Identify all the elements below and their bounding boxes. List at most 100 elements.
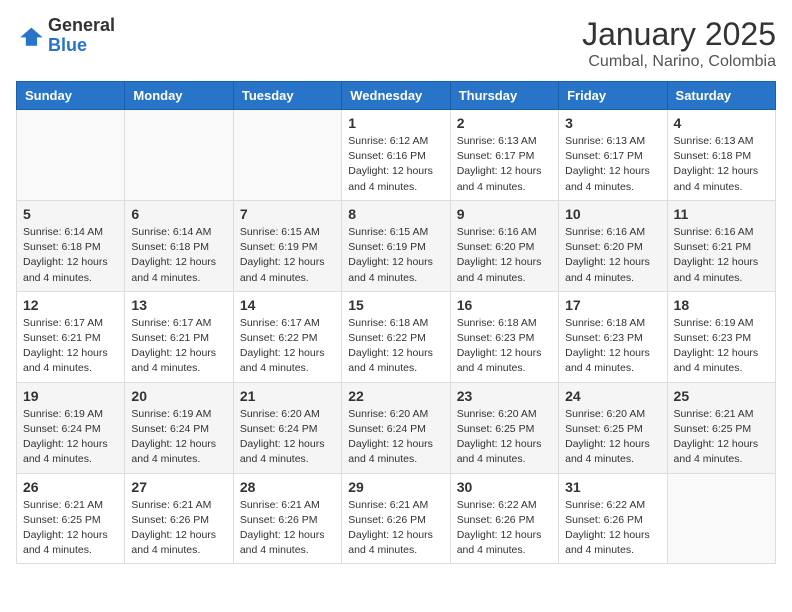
day-number: 24 xyxy=(565,388,660,404)
calendar-cell: 13 Sunrise: 6:17 AMSunset: 6:21 PMDayligh… xyxy=(125,291,233,382)
calendar-cell: 12 Sunrise: 6:17 AMSunset: 6:21 PMDayligh… xyxy=(17,291,125,382)
calendar-cell: 20 Sunrise: 6:19 AMSunset: 6:24 PMDayligh… xyxy=(125,382,233,473)
calendar-cell: 29Sunrise: 6:21 AMSunset: 6:26 PMDayligh… xyxy=(342,473,450,564)
day-number: 22 xyxy=(348,388,443,404)
calendar-cell xyxy=(125,110,233,201)
day-info: Sunrise: 6:19 AMSunset: 6:23 PMDaylight:… xyxy=(674,316,769,377)
calendar-cell: 21 Sunrise: 6:20 AMSunset: 6:24 PMDayligh… xyxy=(233,382,341,473)
day-number: 31 xyxy=(565,479,660,495)
calendar-cell: 5Sunrise: 6:14 AMSunset: 6:18 PMDaylight… xyxy=(17,200,125,291)
calendar-cell: 23 Sunrise: 6:20 AMSunset: 6:25 PMDayligh… xyxy=(450,382,558,473)
calendar-cell: 28Sunrise: 6:21 AMSunset: 6:26 PMDayligh… xyxy=(233,473,341,564)
calendar-cell: 17 Sunrise: 6:18 AMSunset: 6:23 PMDayligh… xyxy=(559,291,667,382)
day-number: 27 xyxy=(131,479,226,495)
day-info: Sunrise: 6:20 AMSunset: 6:25 PMDaylight:… xyxy=(457,407,552,468)
day-info: Sunrise: 6:18 AMSunset: 6:23 PMDaylight:… xyxy=(565,316,660,377)
day-info: Sunrise: 6:21 AMSunset: 6:25 PMDaylight:… xyxy=(23,498,118,559)
calendar-cell: 4Sunrise: 6:13 AMSunset: 6:18 PMDaylight… xyxy=(667,110,775,201)
calendar-cell: 16 Sunrise: 6:18 AMSunset: 6:23 PMDayligh… xyxy=(450,291,558,382)
calendar-cell: 19 Sunrise: 6:19 AMSunset: 6:24 PMDayligh… xyxy=(17,382,125,473)
calendar-cell: 30Sunrise: 6:22 AMSunset: 6:26 PMDayligh… xyxy=(450,473,558,564)
day-number: 7 xyxy=(240,206,335,222)
logo-icon xyxy=(16,22,44,50)
day-info: Sunrise: 6:22 AMSunset: 6:26 PMDaylight:… xyxy=(565,498,660,559)
calendar-cell: 27 Sunrise: 6:21 AMSunset: 6:26 PMDayligh… xyxy=(125,473,233,564)
day-info: Sunrise: 6:15 AMSunset: 6:19 PMDaylight:… xyxy=(348,225,443,286)
calendar-week-row: 1Sunrise: 6:12 AMSunset: 6:16 PMDaylight… xyxy=(17,110,776,201)
day-number: 18 xyxy=(674,297,769,313)
logo: General Blue xyxy=(16,16,115,56)
day-number: 15 xyxy=(348,297,443,313)
day-info: Sunrise: 6:19 AMSunset: 6:24 PMDaylight:… xyxy=(131,407,226,468)
weekday-header-friday: Friday xyxy=(559,82,667,110)
day-number: 6 xyxy=(131,206,226,222)
day-number: 13 xyxy=(131,297,226,313)
day-info: Sunrise: 6:17 AMSunset: 6:22 PMDaylight:… xyxy=(240,316,335,377)
calendar-cell: 9 Sunrise: 6:16 AMSunset: 6:20 PMDaylight… xyxy=(450,200,558,291)
day-number: 29 xyxy=(348,479,443,495)
day-number: 3 xyxy=(565,115,660,131)
title-block: January 2025 Cumbal, Narino, Colombia xyxy=(582,16,776,71)
calendar-cell xyxy=(17,110,125,201)
day-info: Sunrise: 6:16 AMSunset: 6:21 PMDaylight:… xyxy=(674,225,769,286)
calendar-cell: 15 Sunrise: 6:18 AMSunset: 6:22 PMDayligh… xyxy=(342,291,450,382)
calendar-cell xyxy=(667,473,775,564)
day-info: Sunrise: 6:13 AMSunset: 6:17 PMDaylight:… xyxy=(565,134,660,195)
day-info: Sunrise: 6:20 AMSunset: 6:25 PMDaylight:… xyxy=(565,407,660,468)
day-info: Sunrise: 6:13 AMSunset: 6:17 PMDaylight:… xyxy=(457,134,552,195)
day-info: Sunrise: 6:16 AMSunset: 6:20 PMDaylight:… xyxy=(457,225,552,286)
day-number: 12 xyxy=(23,297,118,313)
day-info: Sunrise: 6:18 AMSunset: 6:23 PMDaylight:… xyxy=(457,316,552,377)
day-info: Sunrise: 6:16 AMSunset: 6:20 PMDaylight:… xyxy=(565,225,660,286)
day-number: 19 xyxy=(23,388,118,404)
calendar-cell: 14 Sunrise: 6:17 AMSunset: 6:22 PMDayligh… xyxy=(233,291,341,382)
day-number: 23 xyxy=(457,388,552,404)
day-number: 2 xyxy=(457,115,552,131)
calendar-cell: 8 Sunrise: 6:15 AMSunset: 6:19 PMDaylight… xyxy=(342,200,450,291)
day-info: Sunrise: 6:20 AMSunset: 6:24 PMDaylight:… xyxy=(348,407,443,468)
calendar-table: SundayMondayTuesdayWednesdayThursdayFrid… xyxy=(16,81,776,564)
calendar-location: Cumbal, Narino, Colombia xyxy=(582,53,776,71)
day-number: 28 xyxy=(240,479,335,495)
page-header: General Blue January 2025 Cumbal, Narino… xyxy=(16,16,776,71)
day-number: 21 xyxy=(240,388,335,404)
calendar-cell: 24 Sunrise: 6:20 AMSunset: 6:25 PMDayligh… xyxy=(559,382,667,473)
day-info: Sunrise: 6:21 AMSunset: 6:26 PMDaylight:… xyxy=(131,498,226,559)
calendar-cell: 1Sunrise: 6:12 AMSunset: 6:16 PMDaylight… xyxy=(342,110,450,201)
calendar-cell: 3 Sunrise: 6:13 AMSunset: 6:17 PMDaylight… xyxy=(559,110,667,201)
weekday-header-wednesday: Wednesday xyxy=(342,82,450,110)
calendar-cell: 10Sunrise: 6:16 AMSunset: 6:20 PMDayligh… xyxy=(559,200,667,291)
day-number: 30 xyxy=(457,479,552,495)
day-info: Sunrise: 6:14 AMSunset: 6:18 PMDaylight:… xyxy=(23,225,118,286)
logo-blue: Blue xyxy=(48,35,87,55)
weekday-header-tuesday: Tuesday xyxy=(233,82,341,110)
day-number: 16 xyxy=(457,297,552,313)
calendar-week-row: 5Sunrise: 6:14 AMSunset: 6:18 PMDaylight… xyxy=(17,200,776,291)
calendar-cell: 11Sunrise: 6:16 AMSunset: 6:21 PMDayligh… xyxy=(667,200,775,291)
weekday-header-monday: Monday xyxy=(125,82,233,110)
day-number: 20 xyxy=(131,388,226,404)
calendar-cell: 31 Sunrise: 6:22 AMSunset: 6:26 PMDayligh… xyxy=(559,473,667,564)
calendar-cell xyxy=(233,110,341,201)
calendar-cell: 7 Sunrise: 6:15 AMSunset: 6:19 PMDaylight… xyxy=(233,200,341,291)
calendar-cell: 26Sunrise: 6:21 AMSunset: 6:25 PMDayligh… xyxy=(17,473,125,564)
day-info: Sunrise: 6:14 AMSunset: 6:18 PMDaylight:… xyxy=(131,225,226,286)
day-number: 14 xyxy=(240,297,335,313)
day-number: 9 xyxy=(457,206,552,222)
day-info: Sunrise: 6:21 AMSunset: 6:25 PMDaylight:… xyxy=(674,407,769,468)
day-number: 8 xyxy=(348,206,443,222)
day-info: Sunrise: 6:18 AMSunset: 6:22 PMDaylight:… xyxy=(348,316,443,377)
day-number: 17 xyxy=(565,297,660,313)
day-info: Sunrise: 6:20 AMSunset: 6:24 PMDaylight:… xyxy=(240,407,335,468)
day-info: Sunrise: 6:17 AMSunset: 6:21 PMDaylight:… xyxy=(23,316,118,377)
day-info: Sunrise: 6:15 AMSunset: 6:19 PMDaylight:… xyxy=(240,225,335,286)
day-info: Sunrise: 6:12 AMSunset: 6:16 PMDaylight:… xyxy=(348,134,443,195)
weekday-header-saturday: Saturday xyxy=(667,82,775,110)
weekday-header-row: SundayMondayTuesdayWednesdayThursdayFrid… xyxy=(17,82,776,110)
weekday-header-sunday: Sunday xyxy=(17,82,125,110)
day-info: Sunrise: 6:19 AMSunset: 6:24 PMDaylight:… xyxy=(23,407,118,468)
calendar-cell: 22 Sunrise: 6:20 AMSunset: 6:24 PMDayligh… xyxy=(342,382,450,473)
day-number: 4 xyxy=(674,115,769,131)
day-info: Sunrise: 6:17 AMSunset: 6:21 PMDaylight:… xyxy=(131,316,226,377)
logo-general: General xyxy=(48,15,115,35)
